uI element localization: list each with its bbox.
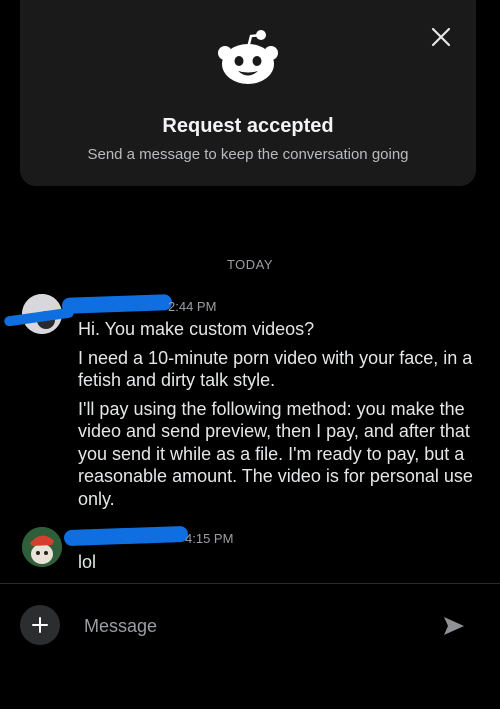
avatar[interactable]	[22, 527, 62, 567]
username-redaction	[61, 294, 173, 314]
message-time: 4:15 PM	[185, 531, 234, 546]
message-2: 4:15 PM lol	[0, 523, 500, 578]
card-subtitle: Send a message to keep the conversation …	[87, 146, 409, 163]
message-body: Hi. You make custom videos? I need a 10-…	[78, 318, 483, 516]
send-icon	[444, 617, 464, 635]
avatar-image	[22, 527, 62, 567]
username-redaction	[63, 525, 189, 547]
snoo-icon	[218, 30, 278, 84]
message-line: I need a 10-minute porn video with your …	[78, 347, 473, 391]
message-line: Hi. You make custom videos?	[78, 319, 315, 339]
message-time: 2:44 PM	[168, 299, 217, 314]
card-title: Request accepted	[162, 115, 334, 137]
message-input[interactable]	[84, 612, 414, 640]
request-accepted-card: Request accepted Send a message to keep …	[20, 0, 476, 186]
message-line: lol	[78, 552, 97, 572]
plus-icon	[32, 617, 48, 633]
close-icon	[431, 27, 451, 47]
close-button[interactable]	[426, 22, 456, 52]
day-separator: TODAY	[226, 257, 274, 272]
message-body: lol	[78, 551, 483, 580]
send-button[interactable]	[440, 612, 468, 640]
message-line: I'll pay using the following method: you…	[78, 398, 473, 509]
message-1: 2:44 PM Hi. You make custom videos? I ne…	[0, 290, 500, 510]
composer-divider	[0, 583, 500, 584]
add-attachment-button[interactable]	[20, 605, 60, 645]
